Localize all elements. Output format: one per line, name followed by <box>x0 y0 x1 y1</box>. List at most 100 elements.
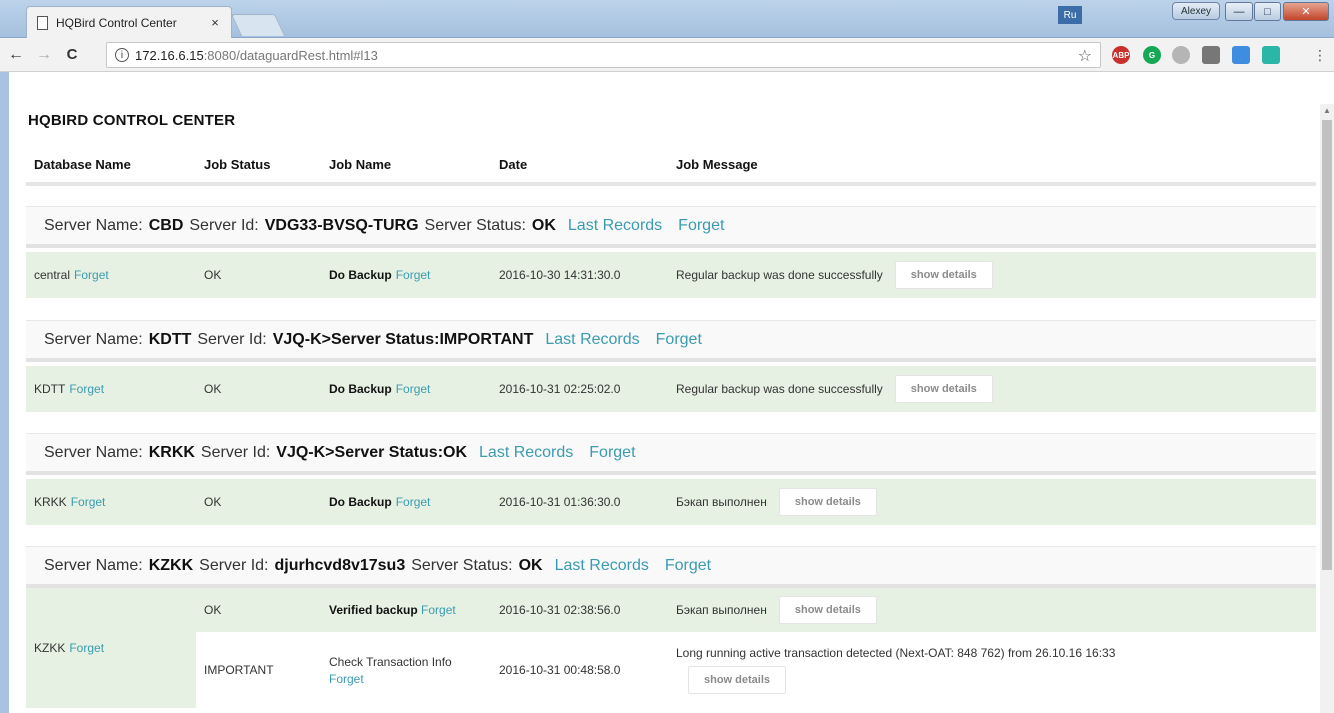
table-header: Database Name Job Status Job Name Date J… <box>26 146 1316 186</box>
job-date: 2016-10-31 02:38:56.0 <box>499 603 621 617</box>
server-status-label: Server Status: <box>424 216 526 234</box>
minimize-button[interactable]: — <box>1225 2 1253 21</box>
forget-db-link[interactable]: Forget <box>69 641 104 655</box>
forget-db-link[interactable]: Forget <box>71 495 106 509</box>
job-name: Check Transaction Info <box>329 654 452 669</box>
database-name: KDTT <box>34 382 66 396</box>
header-job-status: Job Status <box>204 156 271 172</box>
forget-server-link[interactable]: Forget <box>656 331 702 349</box>
window-close-button[interactable]: ✕ <box>1283 2 1329 21</box>
job-status: OK <box>204 268 222 282</box>
server-id: VDG33-BVSQ-TURG <box>264 216 419 234</box>
job-status: IMPORTANT <box>204 663 274 677</box>
browser-menu-icon[interactable]: ⋮ <box>1313 47 1327 64</box>
scroll-up-icon[interactable]: ▲ <box>1323 106 1331 115</box>
job-name: Do Backup <box>329 495 392 509</box>
tab-title: HQBird Control Center <box>56 15 177 30</box>
job-status: OK <box>204 495 222 509</box>
last-records-link[interactable]: Last Records <box>479 444 573 462</box>
server-id-label: Server Id: <box>200 443 271 461</box>
job-name: Do Backup <box>329 382 392 396</box>
server-id-status: VJQ-K>Server Status:OK <box>276 443 468 461</box>
profile-button[interactable]: Alexey <box>1172 2 1220 20</box>
job-status: OK <box>204 603 222 617</box>
last-records-link[interactable]: Last Records <box>568 217 662 235</box>
server-name: KRKK <box>148 443 195 461</box>
page-title: HQBIRD CONTROL CENTER <box>28 112 236 129</box>
tab-close-button[interactable]: × <box>205 15 225 30</box>
server-id-status: VJQ-K>Server Status:IMPORTANT <box>272 330 534 348</box>
job-date: 2016-10-31 00:48:58.0 <box>499 663 621 677</box>
job-message: Long running active transaction detected… <box>676 646 1116 660</box>
server-row-kzkk: Server Name: KZKK Server Id: djurhcvd8v1… <box>26 546 1316 588</box>
back-button[interactable]: ← <box>4 43 28 67</box>
maximize-button[interactable]: □ <box>1254 2 1281 21</box>
table-row: KRKK Forget OK Do Backup Forget 2016-10-31… <box>26 479 1316 525</box>
forget-server-link[interactable]: Forget <box>589 444 635 462</box>
forget-job-link[interactable]: Forget <box>396 495 431 509</box>
browser-tab[interactable]: HQBird Control Center × <box>26 6 232 38</box>
job-message: Бэкап выполнен <box>676 603 767 617</box>
url-path: :8080/dataguardRest.html#l13 <box>203 47 378 63</box>
address-bar[interactable]: i 172.16.6.15:8080/dataguardRest.html#l1… <box>106 42 1101 68</box>
forget-job-link[interactable]: Forget <box>421 603 456 617</box>
extension-icon[interactable] <box>1202 46 1220 64</box>
bookmark-star-icon[interactable]: ☆ <box>1078 46 1092 66</box>
window-edge <box>0 72 9 713</box>
table-row: IMPORTANT Check Transaction Info Forget … <box>196 632 1316 708</box>
server-row-cbd: Server Name: CBD Server Id: VDG33-BVSQ-T… <box>26 206 1316 248</box>
last-records-link[interactable]: Last Records <box>555 557 649 575</box>
window-titlebar: HQBird Control Center × Ru Alexey — □ ✕ <box>0 0 1334 38</box>
job-message: Regular backup was done successfully <box>676 268 883 282</box>
grammarly-icon[interactable]: G <box>1143 46 1161 64</box>
show-details-button[interactable]: show details <box>688 666 787 694</box>
forget-db-link[interactable]: Forget <box>74 268 109 282</box>
job-message: Бэкап выполнен <box>676 495 767 509</box>
server-name-label: Server Name: <box>44 330 143 348</box>
show-details-button[interactable]: show details <box>778 488 877 516</box>
show-details-button[interactable]: show details <box>894 375 993 403</box>
extension-blue-icon[interactable] <box>1232 46 1250 64</box>
job-name: Do Backup <box>329 268 392 282</box>
forget-db-link[interactable]: Forget <box>69 382 104 396</box>
globe-icon[interactable] <box>1172 46 1190 64</box>
server-id-label: Server Id: <box>197 330 267 348</box>
forget-job-link[interactable]: Forget <box>396 268 431 282</box>
header-date: Date <box>499 156 528 172</box>
header-database-name: Database Name <box>34 156 131 172</box>
server-name-label: Server Name: <box>44 216 143 234</box>
server-id-label: Server Id: <box>189 216 259 234</box>
forget-server-link[interactable]: Forget <box>665 557 711 575</box>
new-tab-button[interactable] <box>230 14 286 36</box>
language-indicator[interactable]: Ru <box>1058 6 1082 24</box>
server-row-krkk: Server Name: KRKK Server Id: VJQ-K>Serve… <box>26 433 1316 475</box>
page-scrollbar[interactable]: ▲ <box>1320 104 1334 713</box>
adblock-icon[interactable]: ABP <box>1112 46 1130 64</box>
server-name-label: Server Name: <box>44 556 143 574</box>
job-date: 2016-10-31 01:36:30.0 <box>499 495 621 509</box>
job-status: OK <box>204 382 222 396</box>
forward-button[interactable]: → <box>32 43 56 67</box>
forget-job-link[interactable]: Forget <box>396 382 431 396</box>
extension-green-icon[interactable] <box>1262 46 1280 64</box>
server-row-kdtt: Server Name: KDTT Server Id: VJQ-K>Serve… <box>26 320 1316 362</box>
show-details-button[interactable]: show details <box>894 261 993 289</box>
server-id: djurhcvd8v17su3 <box>274 556 406 574</box>
server-name-label: Server Name: <box>44 443 143 461</box>
table-row: OK Verified backup Forget 2016-10-31 02:… <box>196 588 1316 632</box>
forget-server-link[interactable]: Forget <box>678 217 724 235</box>
page-icon <box>37 15 48 30</box>
job-date: 2016-10-30 14:31:30.0 <box>499 268 621 282</box>
last-records-link[interactable]: Last Records <box>545 331 639 349</box>
reload-button[interactable]: C <box>60 43 84 67</box>
scroll-thumb[interactable] <box>1322 120 1332 570</box>
table-row: KDTT Forget OK Do Backup Forget 2016-10-31… <box>26 366 1316 412</box>
server-name: CBD <box>148 216 184 234</box>
show-details-button[interactable]: show details <box>778 596 877 624</box>
job-name: Verified backup <box>329 603 418 617</box>
info-icon[interactable]: i <box>115 48 129 62</box>
forget-job-link[interactable]: Forget <box>329 672 364 686</box>
database-name: KZKK <box>34 641 66 655</box>
server-status: OK <box>518 556 543 574</box>
kzkk-jobs: KZKK Forget OK Verified backup Forget 201… <box>26 588 1316 708</box>
